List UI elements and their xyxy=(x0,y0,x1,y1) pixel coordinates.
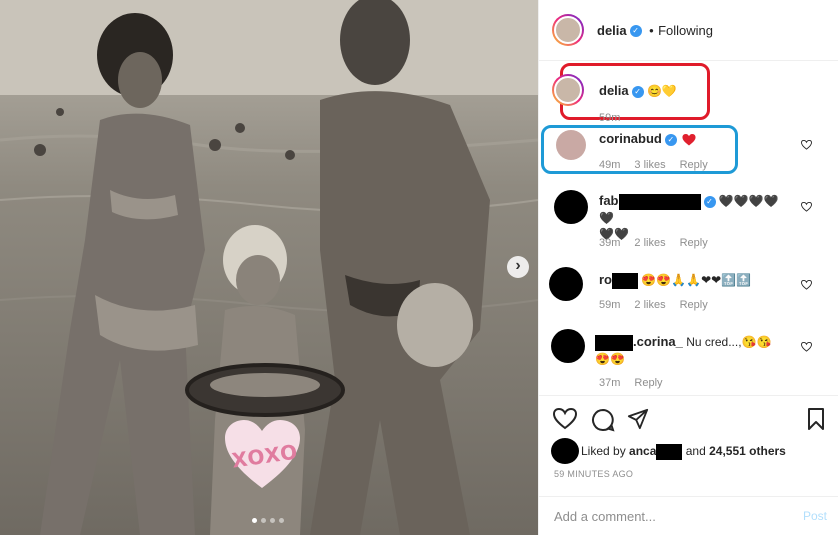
comment-text-2: 😍😍 xyxy=(595,351,625,366)
comment-time[interactable]: 49m xyxy=(599,159,620,171)
verified-icon: ✓ xyxy=(664,133,677,146)
reply-button[interactable]: Reply xyxy=(634,377,662,389)
post-comment-button[interactable]: Post xyxy=(803,509,827,523)
comment-likes[interactable]: 2 likes xyxy=(634,299,665,311)
verified-icon: ✓ xyxy=(629,24,642,37)
redaction xyxy=(612,272,638,289)
post-timestamp[interactable]: 59 MINUTES AGO xyxy=(554,469,633,479)
carousel-dot xyxy=(279,518,284,523)
comment-likes[interactable]: 2 likes xyxy=(634,237,665,249)
comment-meta: 49m 3 likes Reply xyxy=(599,159,722,171)
liked-by-prefix: Liked by xyxy=(581,444,626,459)
comment-username[interactable]: .corina_ xyxy=(633,334,683,349)
comment-meta: 59m 2 likes Reply xyxy=(599,299,722,311)
reply-button[interactable]: Reply xyxy=(680,159,708,171)
comment-time[interactable]: 59m xyxy=(599,299,620,311)
carousel-dot xyxy=(252,518,257,523)
redaction xyxy=(618,193,701,210)
comment-likes[interactable]: 3 likes xyxy=(634,159,665,171)
carousel-dot xyxy=(261,518,266,523)
avatar[interactable] xyxy=(556,130,586,160)
header-username[interactable]: delia xyxy=(597,23,627,38)
red-heart-icon xyxy=(682,133,696,146)
like-comment-icon[interactable] xyxy=(801,342,812,352)
reply-button[interactable]: Reply xyxy=(680,237,708,249)
liked-by-middle: and xyxy=(685,444,706,459)
like-comment-icon[interactable] xyxy=(801,280,812,290)
like-comment-icon[interactable] xyxy=(801,140,812,150)
like-icon[interactable] xyxy=(553,408,577,430)
comment-text: Nu cred...,😘😘 xyxy=(686,335,772,349)
comment-username[interactable]: ro xyxy=(599,272,612,287)
avatar[interactable] xyxy=(552,74,584,106)
post-sidebar: delia ✓ • Following delia ✓ 😊💛 59m corinab… xyxy=(538,0,838,535)
carousel-dots xyxy=(252,518,284,523)
avatar[interactable] xyxy=(551,329,585,363)
redaction xyxy=(595,334,633,351)
likes-count[interactable]: 24,551 others xyxy=(709,444,786,458)
avatar[interactable] xyxy=(549,267,583,301)
post-header: delia ✓ • Following xyxy=(539,0,838,61)
reply-button[interactable]: Reply xyxy=(680,299,708,311)
share-icon[interactable] xyxy=(627,408,649,430)
comment-meta: 37m Reply xyxy=(599,377,677,389)
verified-icon: ✓ xyxy=(703,195,716,208)
comment-4: .corina_ Nu cred...,😘😘 😍😍 xyxy=(595,334,795,367)
like-comment-icon[interactable] xyxy=(801,202,812,212)
likes-summary: Liked by anca and 24,551 others xyxy=(581,444,786,460)
separator: • xyxy=(649,23,654,38)
comment-meta: 39m 2 likes Reply xyxy=(599,237,722,249)
comment-username[interactable]: corinabud xyxy=(599,131,662,146)
comment-2: fab ✓ 🖤🖤🖤🖤🖤 🖤🖤 xyxy=(599,193,789,242)
following-button[interactable]: Following xyxy=(658,23,713,38)
comment-3: ro 😍😍🙏🙏❤❤🔝🔝 xyxy=(599,272,799,289)
post-actions: Liked by anca and 24,551 others 59 MINUT… xyxy=(539,395,838,536)
verified-icon: ✓ xyxy=(631,85,644,98)
avatar[interactable] xyxy=(551,438,579,464)
caption: delia ✓ 😊💛 xyxy=(599,83,677,99)
comment-input[interactable]: Add a comment... xyxy=(554,509,656,524)
redaction xyxy=(656,444,683,460)
liked-by-user[interactable]: anca xyxy=(629,444,656,458)
avatar[interactable] xyxy=(554,190,588,224)
comment-icon[interactable] xyxy=(591,408,615,432)
comment-text: 😍😍🙏🙏❤❤🔝🔝 xyxy=(641,273,752,287)
comment-box: Add a comment... Post xyxy=(539,496,838,537)
comment-username[interactable]: fab xyxy=(599,193,619,208)
comment-time[interactable]: 37m xyxy=(599,377,620,389)
bookmark-icon[interactable] xyxy=(807,408,825,430)
comment-time[interactable]: 39m xyxy=(599,237,620,249)
carousel-dot xyxy=(270,518,275,523)
caption-text: 😊💛 xyxy=(646,84,677,98)
avatar[interactable] xyxy=(552,14,584,46)
next-photo-button[interactable]: › xyxy=(507,256,529,278)
caption-username[interactable]: delia xyxy=(599,83,629,98)
comment-1: corinabud ✓ xyxy=(599,131,696,147)
caption-time[interactable]: 59m xyxy=(599,112,620,124)
post-photo[interactable]: XOXO › xyxy=(0,0,538,535)
